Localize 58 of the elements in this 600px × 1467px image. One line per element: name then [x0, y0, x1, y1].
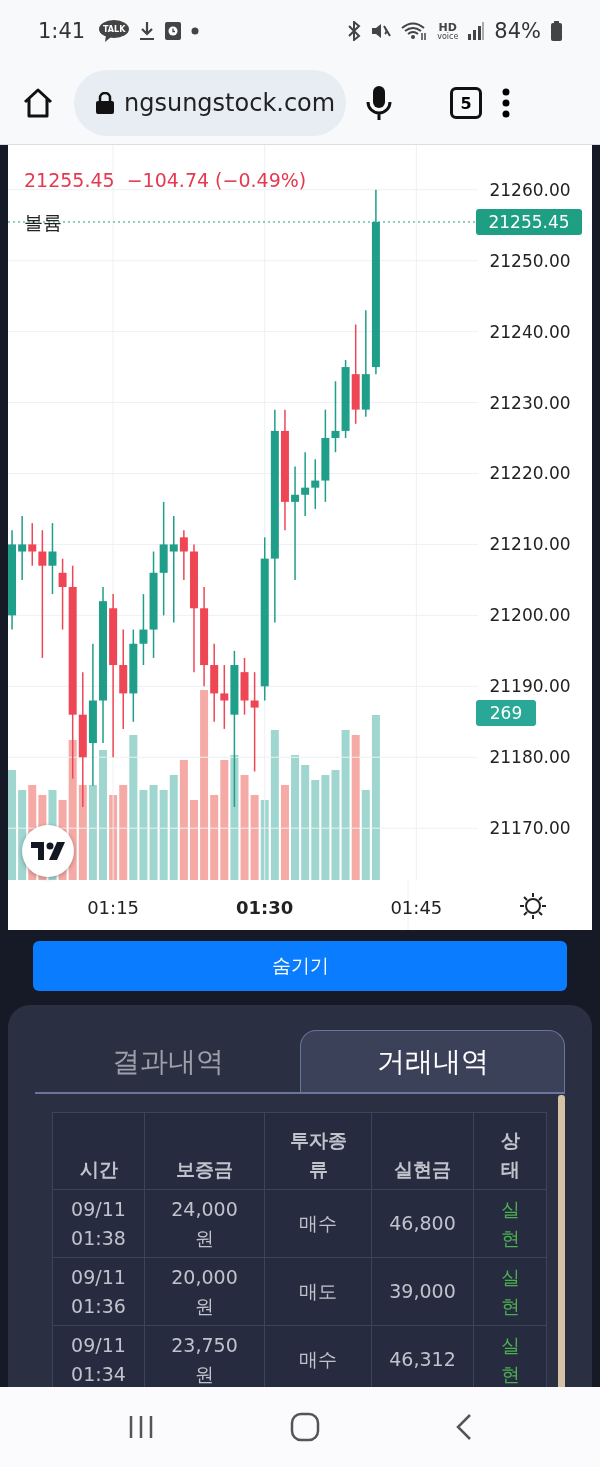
table-cell: 24,000원	[144, 1189, 265, 1258]
table-cell: 실현	[473, 1257, 547, 1326]
tab[interactable]: 결과내역	[35, 1030, 300, 1092]
price-tag: 21255.45	[476, 208, 582, 235]
time-axis-label: 01:30	[235, 897, 295, 918]
more-options-icon[interactable]	[502, 88, 510, 118]
price-axis-label: 21240.00	[488, 321, 572, 342]
column-header: 시간	[52, 1112, 145, 1190]
lock-icon	[96, 92, 114, 114]
column-header: 보증금	[144, 1112, 265, 1190]
brightness-icon[interactable]	[520, 893, 546, 919]
battery-percent: 84%	[494, 19, 541, 43]
home-icon[interactable]	[22, 88, 54, 118]
column-header: 상태	[473, 1112, 547, 1190]
battery-icon	[551, 21, 562, 41]
table-cell: 매수	[264, 1189, 372, 1258]
price-axis-label: 21190.00	[488, 676, 572, 697]
bluetooth-icon	[347, 21, 362, 41]
last-price: 21255.45	[24, 169, 115, 191]
signal-icon	[468, 22, 485, 40]
dot-icon	[191, 27, 200, 35]
back-icon[interactable]	[456, 1413, 472, 1441]
table-cell: 09/11 01:38	[52, 1189, 145, 1258]
table-cell: 09/11 01:36	[52, 1257, 145, 1326]
download-icon	[139, 21, 156, 41]
price-change: −104.74 (−0.49%)	[126, 169, 307, 191]
home-button-icon[interactable]	[290, 1412, 320, 1442]
table-cell: 20,000원	[144, 1257, 265, 1326]
scrollbar[interactable]	[558, 1095, 565, 1387]
column-header: 실현금	[371, 1112, 474, 1190]
recent-apps-icon[interactable]	[128, 1415, 154, 1439]
clock-app-icon	[165, 22, 182, 40]
time-axis-label: 01:45	[389, 897, 444, 918]
mute-icon	[371, 22, 392, 40]
wifi-icon	[401, 21, 428, 41]
price-axis-label: 21250.00	[488, 250, 572, 271]
table-cell: 실현	[473, 1189, 547, 1258]
price-axis-label: 21170.00	[488, 818, 572, 839]
hd-voice-icon: HD voice	[437, 21, 459, 41]
price-axis-label: 21210.00	[488, 534, 572, 555]
table-cell: 39,000	[371, 1257, 474, 1326]
column-header: 투자종류	[264, 1112, 372, 1190]
price-axis-label: 21180.00	[488, 747, 572, 768]
address-bar[interactable]: ngsungstock.com	[74, 70, 346, 136]
microphone-icon[interactable]	[366, 86, 392, 120]
clock-time: 1:41	[38, 19, 86, 43]
volume-tag: 269	[476, 700, 536, 726]
table-cell: 46,800	[371, 1189, 474, 1258]
tab[interactable]: 거래내역	[300, 1030, 565, 1092]
price-axis-label: 21230.00	[488, 392, 572, 413]
price-axis-label: 21200.00	[488, 605, 572, 626]
price-axis-label: 21220.00	[488, 463, 572, 484]
price-axis-label: 21260.00	[488, 179, 572, 200]
time-axis-label: 01:15	[86, 897, 141, 918]
volume-legend: 볼륨	[24, 210, 62, 236]
hide-button[interactable]: 숨기기	[33, 941, 567, 991]
table-cell: 매도	[264, 1257, 372, 1326]
tab-count-button[interactable]: 5	[450, 87, 482, 119]
